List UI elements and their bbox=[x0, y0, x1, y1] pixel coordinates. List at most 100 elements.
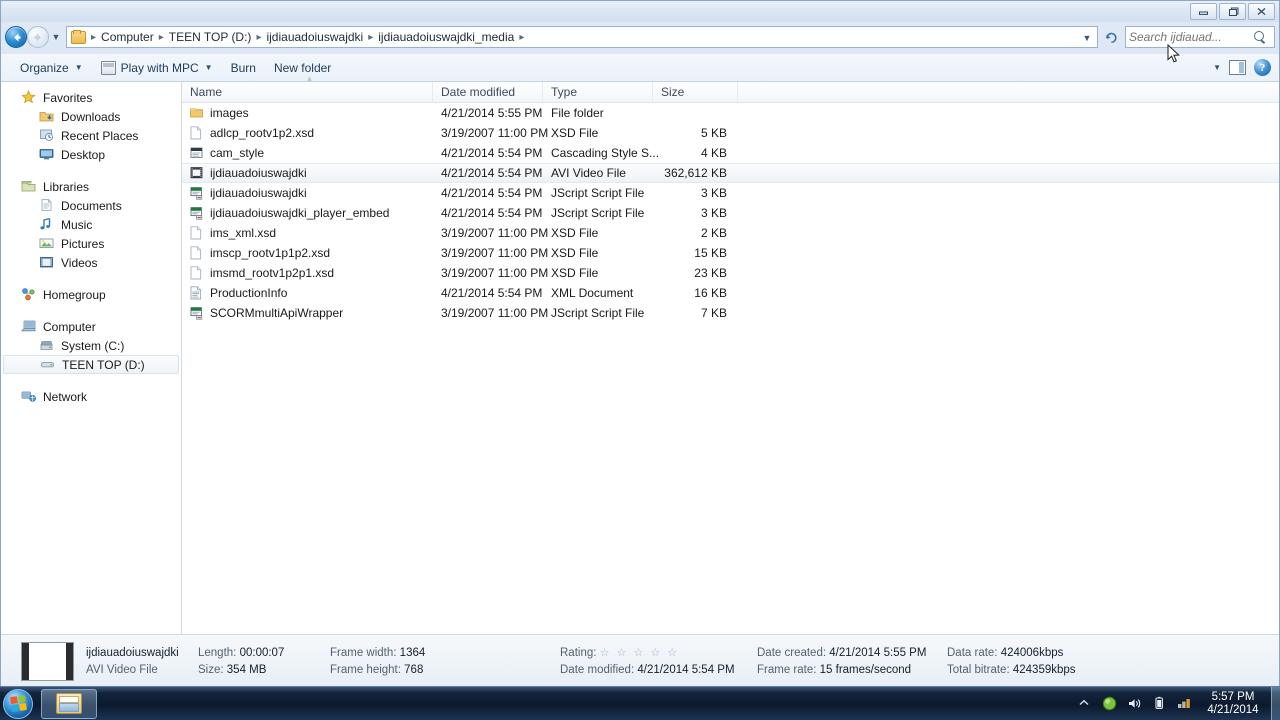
table-row[interactable]: adlcp_rootv1p2.xsd 3/19/2007 11:00 PM XSD … bbox=[182, 123, 1279, 143]
maximize-button[interactable] bbox=[1219, 3, 1246, 20]
blank-document-icon bbox=[190, 226, 203, 240]
search-box[interactable] bbox=[1125, 26, 1275, 48]
address-bar[interactable]: ▸ Computer ▸ TEEN TOP (D:) ▸ ijdiauadoiu… bbox=[66, 26, 1098, 48]
table-row[interactable]: SCORMmultiApiWrapper 3/19/2007 11:00 PM JS… bbox=[182, 303, 1279, 323]
file-name-label: ims_xml.xsd bbox=[210, 226, 277, 240]
file-size-cell: 15 KB bbox=[694, 246, 727, 260]
burn-button[interactable]: Burn bbox=[222, 56, 265, 80]
table-row[interactable]: ProductionInfo 4/21/2014 5:54 PM XML Docum… bbox=[182, 283, 1279, 303]
recent-pages-dropdown[interactable]: ▼ bbox=[49, 26, 63, 48]
sidebar-group-libraries[interactable]: Libraries bbox=[1, 177, 181, 196]
file-name-cell: imsmd_rootv1p2p1.xsd bbox=[190, 266, 334, 280]
file-date-cell: 4/21/2014 5:54 PM bbox=[441, 286, 543, 300]
clock[interactable]: 5:57 PM 4/21/2014 bbox=[1202, 691, 1264, 717]
breadcrumb-separator[interactable]: ▸ bbox=[365, 32, 376, 43]
battery-icon[interactable] bbox=[1152, 696, 1168, 712]
sidebar-item-system-c[interactable]: System (C:) bbox=[1, 336, 181, 355]
table-row[interactable]: ijdiauadoiuswajdki 4/21/2014 5:54 PM JScri… bbox=[182, 183, 1279, 203]
security-shield-icon[interactable] bbox=[1102, 696, 1118, 712]
breadcrumb-separator[interactable]: ▸ bbox=[156, 32, 167, 43]
sidebar-item-documents[interactable]: Documents bbox=[1, 196, 181, 215]
sidebar-item-desktop[interactable]: Desktop bbox=[1, 145, 181, 164]
media-player-icon bbox=[100, 60, 116, 75]
table-row[interactable]: imscp_rootv1p1p2.xsd 3/19/2007 11:00 PM XS… bbox=[182, 243, 1279, 263]
file-type-cell: XML Document bbox=[551, 286, 634, 300]
chevron-down-icon[interactable]: ▼ bbox=[1079, 29, 1095, 46]
table-row[interactable]: cam_style 4/21/2014 5:54 PM Cascading Styl… bbox=[182, 143, 1279, 163]
sidebar-item-recent-places[interactable]: Recent Places bbox=[1, 126, 181, 145]
sidebar-item-downloads[interactable]: Downloads bbox=[1, 107, 181, 126]
close-button[interactable] bbox=[1248, 3, 1275, 20]
detail-column-length-size: Length: 00:00:07 Size: 354 MB bbox=[198, 646, 330, 677]
change-view-icon[interactable] bbox=[1229, 60, 1246, 75]
detail-column-name: ijdiauadoiuswajdki AVI Video File bbox=[86, 646, 198, 677]
column-header-name[interactable]: Name bbox=[182, 82, 433, 103]
sidebar-item-teen-top-d[interactable]: TEEN TOP (D:) bbox=[3, 355, 179, 374]
table-row[interactable]: ims_xml.xsd 3/19/2007 11:00 PM XSD File 2 K… bbox=[182, 223, 1279, 243]
show-desktop-button[interactable] bbox=[1271, 686, 1280, 720]
column-header-row: Name Date modified Type Size ▴ bbox=[182, 74, 1279, 103]
toolbar-right-group: ▼ ? bbox=[1213, 59, 1279, 76]
play-with-mpc-button[interactable]: Play with MPC ▼ bbox=[92, 56, 222, 80]
detail-frame-width: Frame width: 1364 bbox=[330, 646, 560, 660]
new-folder-button[interactable]: New folder bbox=[265, 56, 340, 80]
show-hidden-icons-icon[interactable] bbox=[1077, 696, 1093, 712]
sidebar-item-music[interactable]: Music bbox=[1, 215, 181, 234]
sidebar-label: Desktop bbox=[61, 147, 106, 162]
file-type-cell: AVI Video File bbox=[551, 166, 626, 180]
file-size-cell: 5 KB bbox=[700, 126, 727, 140]
back-button[interactable] bbox=[5, 26, 27, 48]
refresh-icon[interactable] bbox=[1100, 26, 1122, 48]
file-name-label: ijdiauadoiuswajdki bbox=[210, 186, 307, 200]
breadcrumb-teen-top-d[interactable]: TEEN TOP (D:) bbox=[167, 30, 254, 44]
file-name-cell: ijdiauadoiuswajdki bbox=[190, 186, 307, 200]
detail-size-value: 354 MB bbox=[226, 663, 267, 676]
table-row[interactable]: imsmd_rootv1p2p1.xsd 3/19/2007 11:00 PM XS… bbox=[182, 263, 1279, 283]
column-header-size[interactable]: Size bbox=[653, 82, 738, 103]
chevron-down-icon[interactable]: ▼ bbox=[1213, 63, 1221, 72]
sidebar-label: Favorites bbox=[43, 90, 93, 105]
search-input[interactable] bbox=[1129, 30, 1253, 44]
breadcrumb-separator[interactable]: ▸ bbox=[253, 32, 264, 43]
network-tray-icon[interactable] bbox=[1177, 696, 1193, 712]
sidebar-group-homegroup[interactable]: Homegroup bbox=[1, 285, 181, 304]
file-name-label: images bbox=[210, 106, 249, 120]
detail-frame-height: Frame height: 768 bbox=[330, 663, 560, 677]
volume-icon[interactable] bbox=[1127, 696, 1143, 712]
breadcrumb-separator[interactable]: ▸ bbox=[516, 32, 527, 43]
organize-button[interactable]: Organize ▼ bbox=[11, 56, 92, 80]
clock-time: 5:57 PM bbox=[1211, 690, 1255, 703]
file-type-cell: XSD File bbox=[551, 126, 599, 140]
network-icon bbox=[21, 389, 37, 404]
table-row[interactable]: ijdiauadoiuswajdki 4/21/2014 5:54 PM AVI V… bbox=[182, 163, 1279, 183]
file-name-label: imsmd_rootv1p2p1.xsd bbox=[210, 266, 335, 280]
breadcrumb-computer[interactable]: Computer bbox=[99, 30, 156, 44]
sidebar-group-network[interactable]: Network bbox=[1, 387, 181, 406]
breadcrumb-ijdiauadoiuswajdki-media[interactable]: ijdiauadoiuswajdki_media bbox=[376, 30, 516, 44]
sidebar-item-videos[interactable]: Videos bbox=[1, 253, 181, 272]
column-label: Name bbox=[190, 85, 223, 99]
forward-button[interactable] bbox=[27, 26, 49, 48]
breadcrumb-separator[interactable]: ▸ bbox=[88, 32, 99, 43]
file-list-pane: Name Date modified Type Size ▴ images 4/2… bbox=[182, 74, 1279, 634]
column-header-type[interactable]: Type bbox=[543, 82, 653, 103]
breadcrumb-ijdiauadoiuswajdki[interactable]: ijdiauadoiuswajdki bbox=[264, 30, 365, 44]
sidebar-label: Downloads bbox=[61, 109, 121, 124]
minimize-button[interactable] bbox=[1190, 3, 1217, 20]
detail-data-rate: Data rate: 424006kbps bbox=[947, 646, 1076, 660]
table-row[interactable]: ijdiauadoiuswajdki_player_embed 4/21/2014… bbox=[182, 203, 1279, 223]
sidebar-group-computer[interactable]: Computer bbox=[1, 317, 181, 336]
rating-stars-icon[interactable]: ☆ ☆ ☆ ☆ ☆ bbox=[600, 647, 680, 659]
sidebar-item-pictures[interactable]: Pictures bbox=[1, 234, 181, 253]
sidebar-group-favorites[interactable]: Favorites bbox=[1, 88, 181, 107]
column-header-date-modified[interactable]: Date modified bbox=[433, 82, 543, 103]
detail-file-name: ijdiauadoiuswajdki bbox=[86, 646, 179, 659]
help-icon[interactable]: ? bbox=[1254, 59, 1271, 76]
script-file-icon bbox=[190, 206, 203, 220]
file-size-cell: 4 KB bbox=[700, 146, 727, 160]
start-button[interactable] bbox=[3, 688, 33, 719]
detail-column-frame-dims: Frame width: 1364 Frame height: 768 bbox=[330, 646, 560, 677]
downloads-icon bbox=[39, 109, 55, 124]
taskbar-item-windows-explorer[interactable] bbox=[41, 688, 97, 719]
table-row[interactable]: images 4/21/2014 5:55 PM File folder bbox=[182, 103, 1279, 123]
